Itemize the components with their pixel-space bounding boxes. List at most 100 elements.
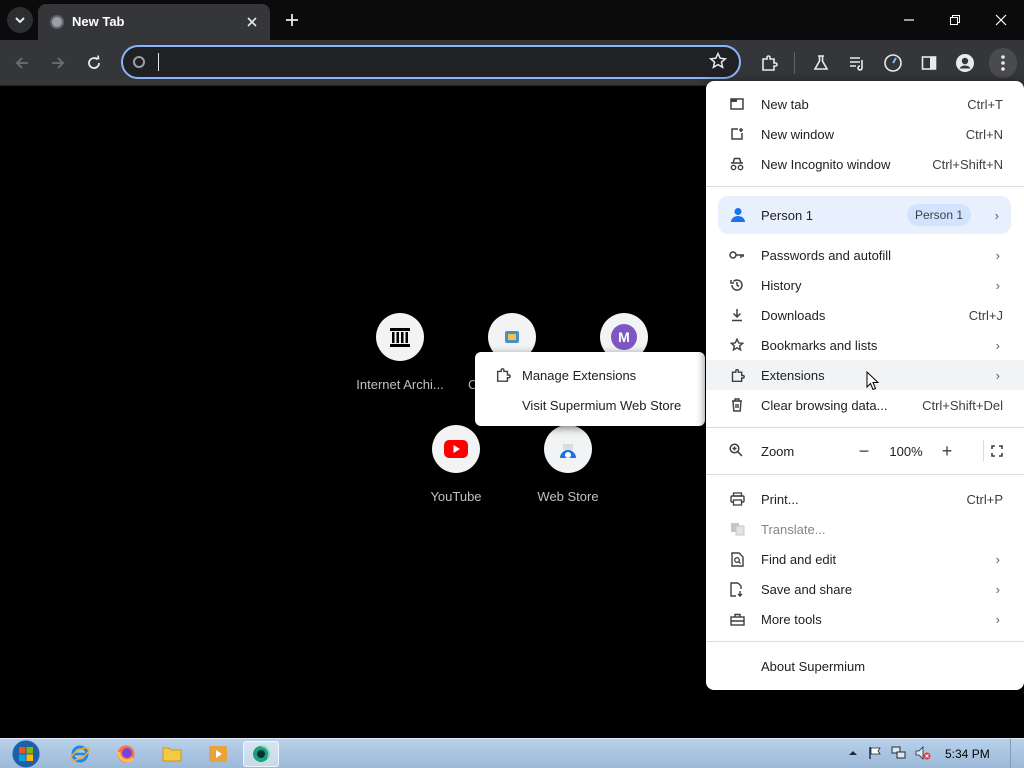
tab-close-button[interactable]	[242, 12, 262, 32]
menu-item-about[interactable]: About Supermium	[706, 651, 1024, 681]
profile-button[interactable]	[953, 51, 977, 75]
forward-button[interactable]	[46, 51, 70, 75]
youtube-icon	[432, 425, 480, 473]
labs-button[interactable]	[809, 51, 833, 75]
trash-icon	[729, 397, 745, 413]
reload-button[interactable]	[82, 51, 106, 75]
shortcut-tile[interactable]: YouTube	[400, 425, 512, 504]
menu-item-save-share[interactable]: Save and share ›	[706, 574, 1024, 604]
address-bar[interactable]	[121, 45, 741, 79]
save-share-icon	[729, 581, 745, 597]
bookmark-star-button[interactable]	[708, 51, 728, 75]
side-panel-icon	[921, 56, 937, 70]
menu-item-passwords[interactable]: Passwords and autofill ›	[706, 240, 1024, 270]
print-icon	[729, 491, 745, 507]
start-button[interactable]	[8, 739, 44, 768]
playlist-icon	[850, 57, 863, 71]
windows-logo-icon	[11, 739, 41, 768]
menu-item-bookmarks[interactable]: Bookmarks and lists ›	[706, 330, 1024, 360]
shortcut-tile[interactable]: Internet Archi...	[344, 313, 456, 392]
new-tab-favicon-icon	[50, 15, 64, 29]
menu-item-translate[interactable]: Translate...	[706, 514, 1024, 544]
profile-badge: Person 1	[906, 204, 971, 226]
volume-button[interactable]	[914, 744, 932, 762]
menu-item-label: Clear browsing data...	[761, 398, 888, 413]
find-page-icon	[729, 551, 745, 567]
network-button[interactable]	[890, 744, 908, 762]
menu-item-more-tools[interactable]: More tools ›	[706, 604, 1024, 634]
toolbar-divider	[794, 52, 795, 74]
new-tab-button[interactable]	[280, 8, 304, 32]
extensions-submenu: Manage Extensions Visit Supermium Web St…	[475, 352, 705, 426]
menu-button[interactable]	[989, 48, 1017, 78]
taskbar-media-player[interactable]	[200, 741, 236, 767]
menu-item-profile[interactable]: Person 1 Person 1 ›	[718, 196, 1011, 234]
menu-item-label: Passwords and autofill	[761, 248, 892, 263]
translate-icon	[729, 521, 745, 537]
taskbar-supermium[interactable]	[243, 741, 279, 767]
mouse-cursor-icon	[866, 370, 880, 396]
extensions-button[interactable]	[757, 51, 781, 75]
tab-new-tab[interactable]: New Tab	[38, 4, 270, 40]
shortcut-label: Web Store	[537, 489, 599, 504]
menu-item-shortcut: Ctrl+J	[968, 308, 1003, 323]
menu-divider	[706, 474, 1024, 475]
incognito-icon	[729, 156, 745, 172]
back-button[interactable]	[10, 51, 34, 75]
manage-extensions-item[interactable]: Manage Extensions	[475, 360, 705, 390]
fullscreen-button[interactable]	[984, 438, 1010, 464]
puzzle-icon	[762, 55, 778, 71]
menu-item-print[interactable]: Print... Ctrl+P	[706, 484, 1024, 514]
menu-item-label: History	[761, 278, 802, 293]
puzzle-icon	[495, 367, 511, 386]
chevron-right-icon: ›	[995, 368, 1000, 383]
menu-item-shortcut: Ctrl+N	[965, 127, 1003, 142]
menu-item-shortcut: Ctrl+P	[966, 492, 1003, 507]
performance-button[interactable]	[881, 51, 905, 75]
restore-icon	[950, 15, 960, 25]
taskbar-ie[interactable]	[62, 741, 98, 767]
menu-item-downloads[interactable]: Downloads Ctrl+J	[706, 300, 1024, 330]
taskbar-clock[interactable]: 5:34 PM	[945, 747, 990, 761]
download-icon	[729, 307, 745, 323]
windows-taskbar: 5:34 PM	[0, 738, 1024, 768]
more-vert-icon	[1001, 55, 1005, 71]
page-info-icon[interactable]	[133, 56, 145, 68]
chevron-right-icon: ›	[995, 338, 1000, 353]
app-menu: New tab Ctrl+T New window Ctrl+N New Inc…	[706, 81, 1024, 690]
web-store-icon	[544, 425, 592, 473]
menu-item-clear-data[interactable]: Clear browsing data... Ctrl+Shift+Del	[706, 390, 1024, 420]
menu-item-label: Translate...	[761, 522, 826, 537]
zoom-out-button[interactable]: −	[851, 438, 877, 464]
archive-icon	[376, 313, 424, 361]
zoom-in-button[interactable]: +	[934, 438, 960, 464]
visit-web-store-item[interactable]: Visit Supermium Web Store	[475, 390, 705, 420]
menu-item-new-window[interactable]: New window Ctrl+N	[706, 119, 1024, 149]
menu-item-new-incognito[interactable]: New Incognito window Ctrl+Shift+N	[706, 149, 1024, 179]
taskbar-explorer[interactable]	[154, 741, 190, 767]
tab-search-button[interactable]	[7, 7, 33, 33]
close-window-button[interactable]	[988, 8, 1014, 32]
minimize-button[interactable]	[896, 8, 922, 32]
menu-item-label: Save and share	[761, 582, 853, 597]
reload-icon	[88, 55, 100, 69]
media-controls-button[interactable]	[845, 51, 869, 75]
shortcut-tile[interactable]: Web Store	[512, 425, 624, 504]
menu-item-label: Extensions	[761, 368, 825, 383]
toolbox-icon	[729, 611, 745, 627]
show-desktop-button[interactable]	[1010, 739, 1024, 768]
menu-item-extensions[interactable]: Extensions ›	[706, 360, 1024, 390]
show-hidden-icons-button[interactable]	[844, 744, 862, 762]
restore-button[interactable]	[942, 8, 968, 32]
menu-item-find-edit[interactable]: Find and edit ›	[706, 544, 1024, 574]
menu-item-new-tab[interactable]: New tab Ctrl+T	[706, 89, 1024, 119]
text-caret	[158, 53, 159, 71]
side-panel-button[interactable]	[917, 51, 941, 75]
taskbar-firefox[interactable]	[108, 741, 144, 767]
new-tab-icon	[729, 96, 745, 112]
action-center-button[interactable]	[866, 744, 884, 762]
menu-item-history[interactable]: History ›	[706, 270, 1024, 300]
chevron-up-icon	[849, 751, 857, 755]
flask-icon	[813, 55, 829, 70]
menu-divider	[706, 427, 1024, 428]
